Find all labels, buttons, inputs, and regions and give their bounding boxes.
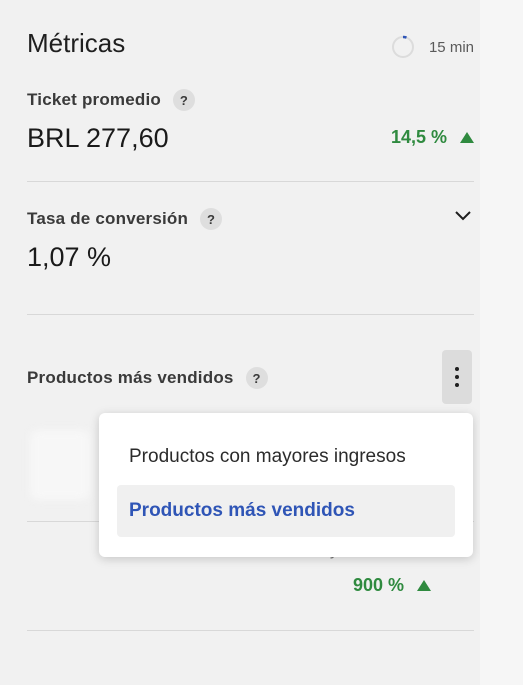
scroll-gutter	[480, 0, 523, 685]
divider	[27, 630, 474, 631]
metrics-header: Métricas 15 min	[27, 26, 474, 62]
kebab-dot-icon	[455, 383, 459, 387]
metric-trend: 14,5 %	[391, 127, 474, 148]
refresh-indicator[interactable]: 15 min	[391, 35, 474, 59]
refresh-progress-icon	[391, 35, 414, 58]
trend-up-icon	[417, 580, 431, 591]
more-options-button[interactable]	[442, 350, 472, 404]
menu-item-best-sellers[interactable]: Productos más vendidos	[117, 485, 455, 537]
divider	[27, 181, 474, 182]
metric-label: Ticket promedio ?	[27, 89, 474, 111]
help-icon[interactable]: ?	[245, 367, 268, 389]
metric-average-ticket: Ticket promedio ? BRL 277,60 14,5 %	[27, 89, 474, 179]
metric-label: Tasa de conversión ?	[27, 208, 474, 230]
divider	[27, 314, 474, 315]
trend-up-icon	[460, 132, 474, 143]
product-thumbnail	[30, 430, 90, 500]
help-icon[interactable]: ?	[173, 89, 195, 111]
metric-conversion-rate[interactable]: Tasa de conversión ? 1,07 %	[27, 208, 474, 288]
kebab-dot-icon	[455, 375, 459, 379]
chevron-down-icon[interactable]	[454, 210, 472, 222]
menu-item-top-revenue[interactable]: Productos con mayores ingresos	[117, 431, 455, 483]
metric-label: Productos más vendidos ?	[27, 367, 268, 389]
help-icon[interactable]: ?	[200, 208, 223, 230]
metrics-panel: Métricas 15 min Ticket promedio ? BRL 27…	[0, 0, 480, 685]
page-title: Métricas	[27, 28, 126, 58]
refresh-interval: 15 min	[428, 38, 474, 56]
metric-value: BRL 277,60	[27, 123, 169, 153]
kebab-dot-icon	[455, 367, 459, 371]
product-trend: 900 %	[353, 575, 431, 596]
metric-top-products: Productos más vendidos ?	[27, 350, 474, 406]
metric-value: 1,07 %	[27, 242, 112, 272]
sort-dropdown-menu: Productos con mayores ingresos Productos…	[99, 413, 473, 557]
